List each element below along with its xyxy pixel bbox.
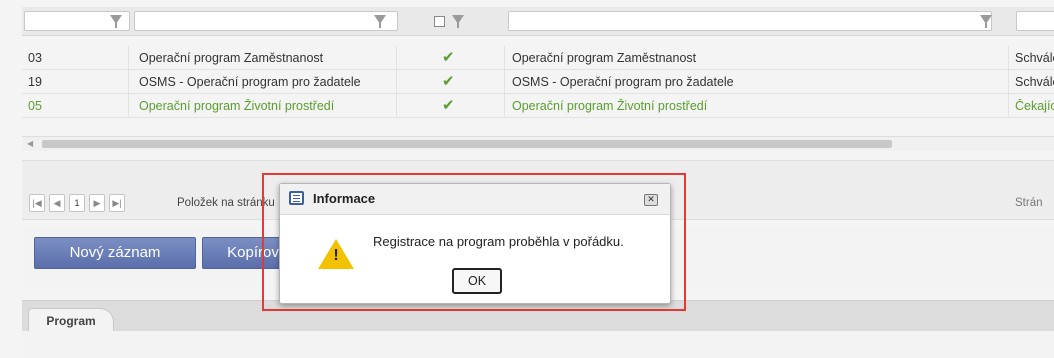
checkmark-icon: ✔ bbox=[442, 97, 455, 114]
cell-full-name: OSMS - Operační program pro žadatele bbox=[512, 75, 734, 89]
cell-status: Schvále bbox=[1015, 75, 1054, 89]
fullname-filter-input[interactable] bbox=[508, 11, 992, 31]
tab-content bbox=[22, 331, 1054, 358]
next-page-icon[interactable]: ▶ bbox=[89, 194, 105, 212]
cell-full-name: Operační program Životní prostředí bbox=[512, 99, 708, 113]
cell-name: Operační program Zaměstnanost bbox=[139, 51, 324, 65]
dialog-title-bar[interactable]: Informace ✕ bbox=[280, 184, 670, 215]
cell-full-name: Operační program Zaměstnanost bbox=[512, 51, 697, 65]
checked-filter-checkbox[interactable] bbox=[434, 16, 445, 27]
cell-status: Čekající bbox=[1015, 99, 1054, 113]
scrollbar-thumb[interactable] bbox=[42, 140, 892, 148]
close-icon[interactable]: ✕ bbox=[644, 194, 658, 206]
checked-filter-funnel-icon[interactable] bbox=[452, 15, 464, 28]
cell-code: 03 bbox=[28, 51, 42, 65]
page-number-input[interactable]: 1 bbox=[69, 194, 85, 212]
fullname-filter-funnel-icon[interactable] bbox=[980, 15, 992, 28]
code-filter-funnel-icon[interactable] bbox=[110, 15, 122, 28]
checkmark-icon: ✔ bbox=[442, 73, 455, 90]
scroll-left-icon[interactable]: ◀ bbox=[27, 139, 33, 148]
table-row[interactable]: 19 OSMS - Operační program pro žadatele … bbox=[22, 70, 1054, 94]
window-icon bbox=[289, 191, 304, 205]
checkmark-icon: ✔ bbox=[442, 49, 455, 66]
horizontal-scrollbar[interactable]: ◀ bbox=[22, 136, 1054, 151]
info-dialog: Informace ✕ ! Registrace na program prob… bbox=[279, 183, 671, 304]
cell-status: Schvále bbox=[1015, 51, 1054, 65]
table-row[interactable]: 03 Operační program Zaměstnanost ✔ Opera… bbox=[22, 46, 1054, 70]
table-row-selected[interactable]: 05 Operační program Životní prostředí ✔ … bbox=[22, 94, 1054, 118]
first-page-icon[interactable]: |◀ bbox=[29, 194, 45, 212]
dialog-title: Informace bbox=[313, 191, 376, 206]
status-filter-input[interactable] bbox=[1016, 11, 1054, 31]
cell-code: 05 bbox=[28, 99, 42, 113]
new-record-button[interactable]: Nový záznam bbox=[34, 237, 196, 269]
cell-name: Operační program Životní prostředí bbox=[139, 99, 335, 113]
last-page-icon[interactable]: ▶| bbox=[109, 194, 125, 212]
cell-code: 19 bbox=[28, 75, 42, 89]
name-filter-funnel-icon[interactable] bbox=[374, 15, 386, 28]
tab-program[interactable]: Program bbox=[28, 308, 114, 333]
dialog-message: Registrace na program proběhla v pořádku… bbox=[373, 234, 624, 249]
cell-name: OSMS - Operační program pro žadatele bbox=[139, 75, 361, 89]
ok-button[interactable]: OK bbox=[452, 268, 502, 294]
filter-row bbox=[22, 7, 1054, 36]
prev-page-icon[interactable]: ◀ bbox=[49, 194, 65, 212]
warning-icon-mark: ! bbox=[333, 247, 339, 264]
page-info-label: Strán bbox=[1015, 197, 1043, 209]
items-per-page-label: Položek na stránku bbox=[177, 197, 275, 209]
name-filter-input[interactable] bbox=[134, 11, 398, 31]
